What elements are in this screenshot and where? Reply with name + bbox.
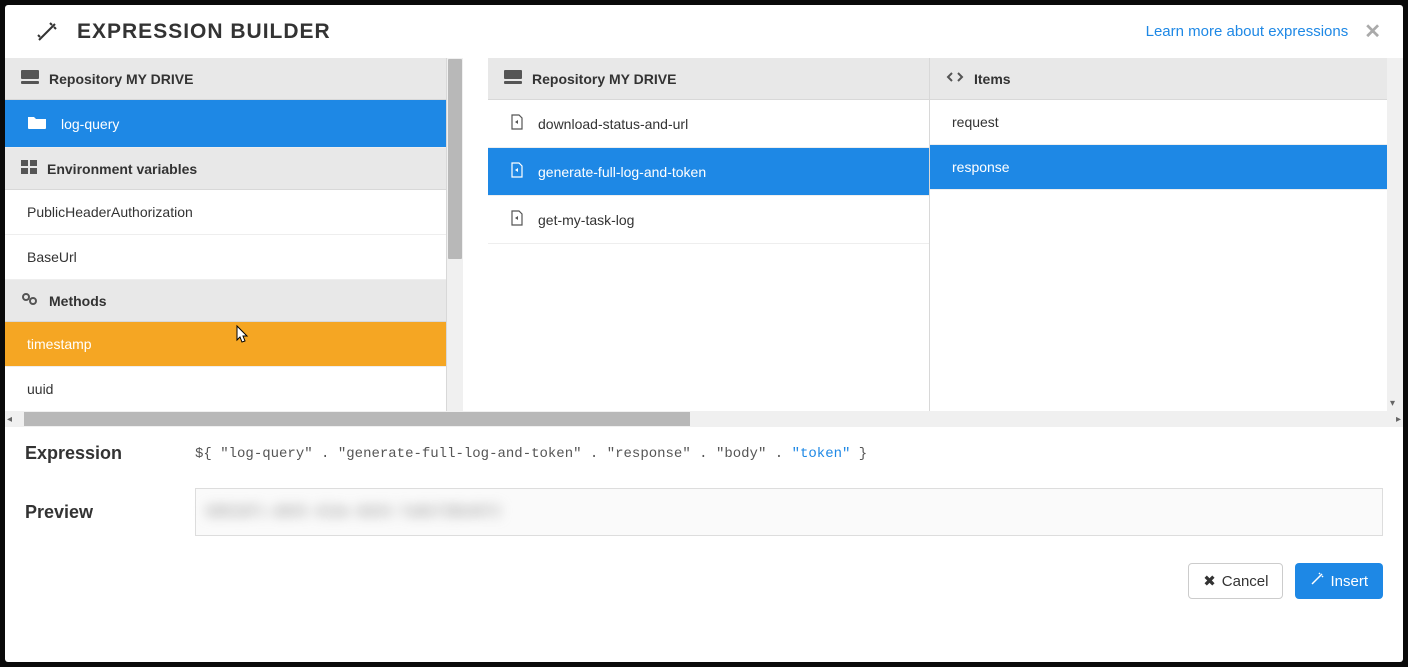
method-item-uuid[interactable]: uuid bbox=[5, 367, 446, 411]
insert-button-label: Insert bbox=[1330, 573, 1368, 590]
env-vars-header: Environment variables bbox=[5, 148, 446, 190]
expression-row: Expression ${ "log-query" . "generate-fu… bbox=[5, 427, 1403, 480]
file-icon bbox=[510, 162, 524, 181]
folder-open-icon bbox=[27, 114, 47, 133]
file-icon bbox=[510, 114, 524, 133]
preview-box: 6803dF1-d845-42de-8d43-7a0b738b4072 bbox=[195, 488, 1383, 536]
columns: Repository MY DRIVE log-query Environmen… bbox=[5, 58, 1387, 411]
grid-icon bbox=[21, 160, 37, 177]
horizontal-scrollbar[interactable]: ◂ ▸ bbox=[5, 411, 1403, 427]
repo-item-label: log-query bbox=[61, 116, 119, 132]
col1-vertical-scrollbar[interactable] bbox=[447, 58, 463, 411]
preview-row: Preview 6803dF1-d845-42de-8d43-7a0b738b4… bbox=[5, 480, 1403, 550]
methods-header: Methods bbox=[5, 280, 446, 322]
preview-value: 6803dF1-d845-42de-8d43-7a0b738b4072 bbox=[206, 504, 501, 520]
cancel-button-label: Cancel bbox=[1222, 573, 1269, 590]
modal-header: EXPRESSION BUILDER Learn more about expr… bbox=[5, 5, 1403, 58]
code-icon bbox=[946, 70, 964, 87]
expression-builder-modal: EXPRESSION BUILDER Learn more about expr… bbox=[5, 5, 1403, 662]
methods-header-label: Methods bbox=[49, 293, 107, 309]
insert-button[interactable]: Insert bbox=[1295, 563, 1383, 599]
item-response[interactable]: response bbox=[930, 145, 1387, 190]
expression-value: ${ "log-query" . "generate-full-log-and-… bbox=[195, 446, 867, 462]
file-icon bbox=[510, 210, 524, 229]
drive-icon bbox=[504, 70, 522, 87]
col3-header-label: Items bbox=[974, 71, 1011, 87]
repository-header: Repository MY DRIVE bbox=[5, 58, 446, 100]
sources-column: Repository MY DRIVE log-query Environmen… bbox=[5, 58, 447, 411]
cancel-button[interactable]: ✖ Cancel bbox=[1188, 563, 1283, 599]
method-item-label: timestamp bbox=[27, 336, 92, 352]
items-column: Items request response bbox=[930, 58, 1387, 411]
drive-icon bbox=[21, 70, 39, 87]
env-item-label: PublicHeaderAuthorization bbox=[27, 204, 193, 220]
item-label: response bbox=[952, 159, 1010, 175]
expression-label: Expression bbox=[25, 443, 155, 464]
env-item-label: BaseUrl bbox=[27, 249, 77, 265]
columns-container: Repository MY DRIVE log-query Environmen… bbox=[5, 58, 1403, 411]
magic-wand-icon bbox=[1310, 572, 1324, 590]
repository-files-column: Repository MY DRIVE download-status-and-… bbox=[463, 58, 930, 411]
repository-header-label: Repository MY DRIVE bbox=[49, 71, 193, 87]
item-label: request bbox=[952, 114, 999, 130]
method-item-label: uuid bbox=[27, 381, 53, 397]
right-vertical-scrollbar[interactable]: ▾ bbox=[1387, 58, 1403, 411]
env-item-publicheader[interactable]: PublicHeaderAuthorization bbox=[5, 190, 446, 235]
file-item-get-my-task-log[interactable]: get-my-task-log bbox=[488, 196, 929, 244]
file-item-label: generate-full-log-and-token bbox=[538, 164, 706, 180]
file-item-download-status[interactable]: download-status-and-url bbox=[488, 100, 929, 148]
file-item-generate-full-log[interactable]: generate-full-log-and-token bbox=[488, 148, 929, 196]
file-item-label: get-my-task-log bbox=[538, 212, 634, 228]
modal-footer: ✖ Cancel Insert bbox=[5, 550, 1403, 611]
x-icon: ✖ bbox=[1203, 572, 1216, 590]
file-item-label: download-status-and-url bbox=[538, 116, 688, 132]
env-item-baseurl[interactable]: BaseUrl bbox=[5, 235, 446, 280]
col2-header: Repository MY DRIVE bbox=[488, 58, 929, 100]
close-icon[interactable]: ✕ bbox=[1364, 19, 1381, 44]
item-request[interactable]: request bbox=[930, 100, 1387, 145]
gears-icon bbox=[21, 292, 39, 309]
method-item-timestamp[interactable]: timestamp bbox=[5, 322, 446, 367]
magic-wand-icon bbox=[35, 20, 59, 44]
learn-more-link[interactable]: Learn more about expressions bbox=[1146, 23, 1349, 40]
modal-title: EXPRESSION BUILDER bbox=[77, 20, 1146, 44]
env-vars-header-label: Environment variables bbox=[47, 161, 197, 177]
preview-label: Preview bbox=[25, 502, 155, 523]
repo-item-log-query[interactable]: log-query bbox=[5, 100, 446, 148]
col2-header-label: Repository MY DRIVE bbox=[532, 71, 676, 87]
col3-header: Items bbox=[930, 58, 1387, 100]
